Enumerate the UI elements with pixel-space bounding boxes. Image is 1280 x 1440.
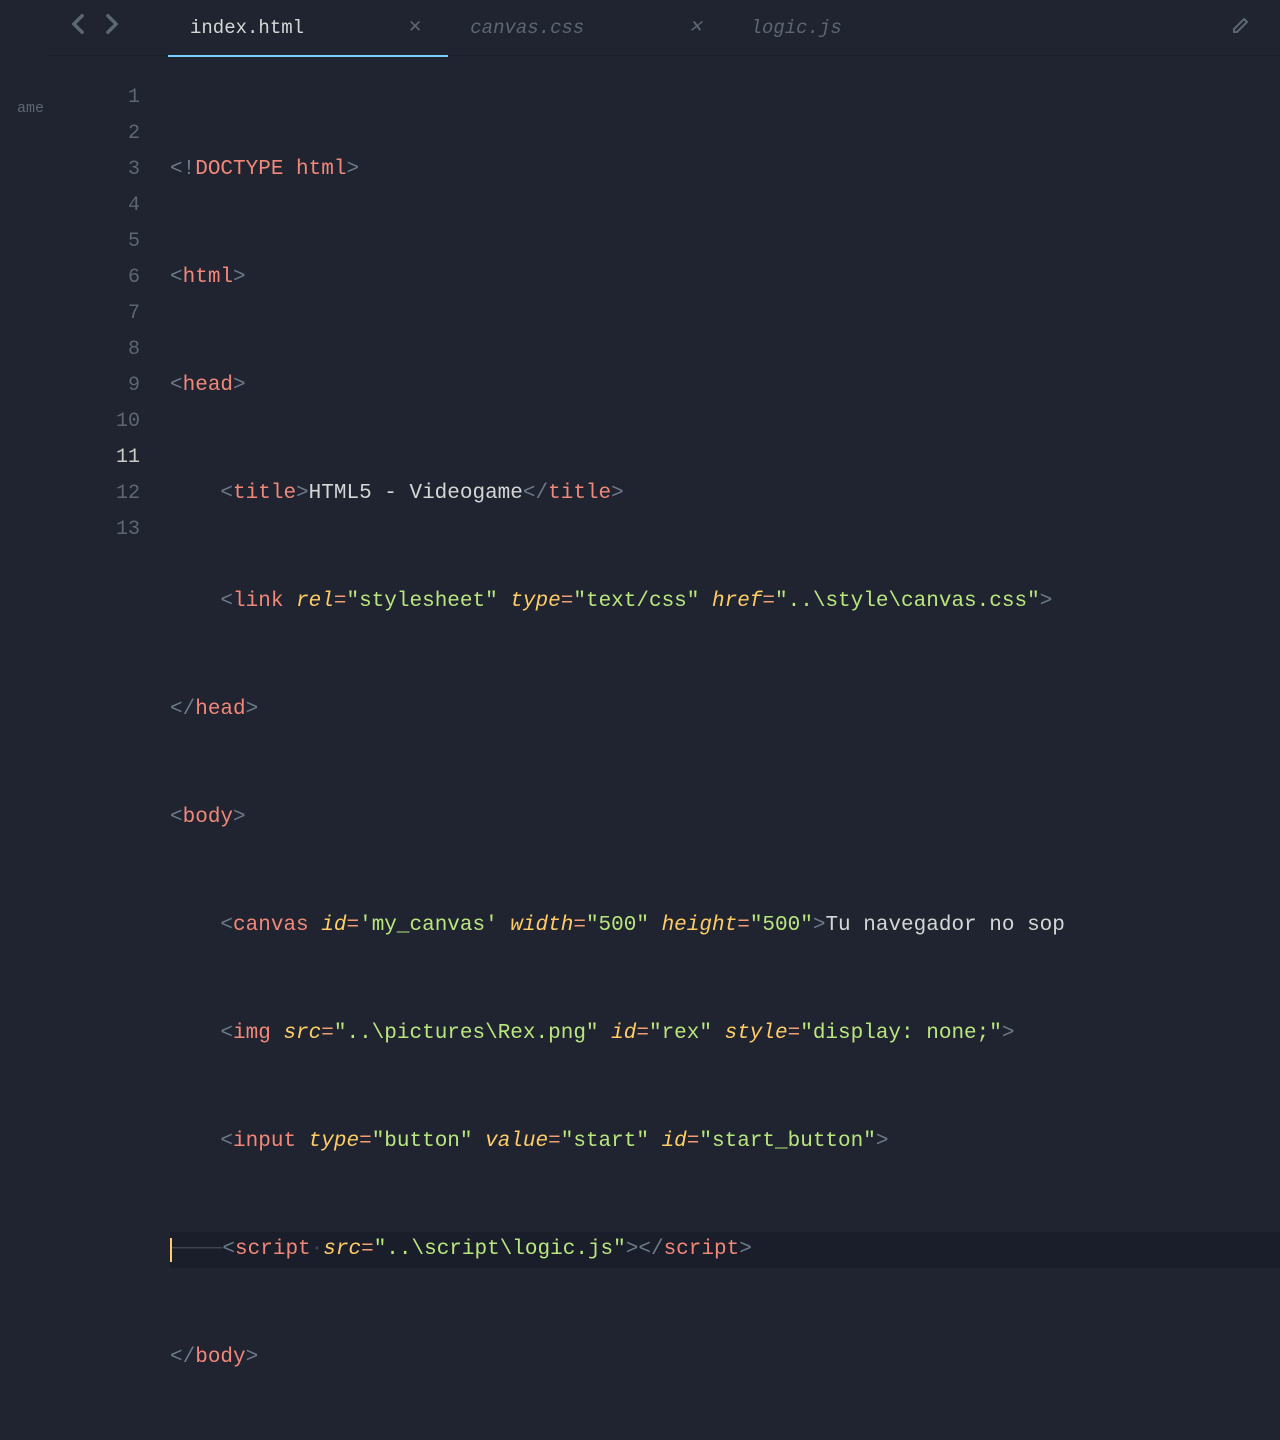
nav-back-icon[interactable] xyxy=(70,13,86,42)
line-number: 7 xyxy=(50,296,140,332)
line-number: 1 xyxy=(50,80,140,116)
code-line: <head> xyxy=(170,368,1280,404)
code-line: <input type="button" value="start" id="s… xyxy=(170,1124,1280,1160)
code-line: <img src="..\pictures\Rex.png" id="rex" … xyxy=(170,1016,1280,1052)
code-line: </body> xyxy=(170,1340,1280,1376)
sidebar-truncated-text: ame xyxy=(17,100,44,720)
code-line: </head> xyxy=(170,692,1280,728)
nav-forward-icon[interactable] xyxy=(104,13,120,42)
close-icon[interactable]: ✕ xyxy=(404,17,426,38)
nav-arrows xyxy=(70,13,120,42)
code-line: <title>HTML5 - Videogame</title> xyxy=(170,476,1280,512)
line-number: 13 xyxy=(50,512,140,548)
line-gutter: 1 2 3 4 5 6 7 8 9 10 11 12 13 xyxy=(50,80,170,1440)
tab-label: canvas.css xyxy=(470,17,584,39)
code-line: <body> xyxy=(170,800,1280,836)
line-number: 4 xyxy=(50,188,140,224)
tabs-container: index.html ✕ canvas.css ✕ logic.js xyxy=(168,0,1232,56)
tab-actions xyxy=(1232,16,1280,39)
line-number: 8 xyxy=(50,332,140,368)
code-editor[interactable]: 1 2 3 4 5 6 7 8 9 10 11 12 13 <!DOCTYPE … xyxy=(50,56,1280,1440)
code-line: <html> xyxy=(170,260,1280,296)
tab-bar: index.html ✕ canvas.css ✕ logic.js xyxy=(50,0,1280,56)
line-number: 6 xyxy=(50,260,140,296)
line-number: 11 xyxy=(50,440,140,476)
edit-icon[interactable] xyxy=(1232,21,1250,39)
code-line: <link rel="stylesheet" type="text/css" h… xyxy=(170,584,1280,620)
tab-label: logic.js xyxy=(751,17,842,39)
line-number: 9 xyxy=(50,368,140,404)
tab-index-html[interactable]: index.html ✕ xyxy=(168,0,448,56)
main-panel: index.html ✕ canvas.css ✕ logic.js 1 2 3… xyxy=(50,0,1280,720)
file-explorer-sidebar: ame xyxy=(0,0,50,720)
line-number: 3 xyxy=(50,152,140,188)
tab-logic-js[interactable]: logic.js xyxy=(729,0,864,56)
code-content[interactable]: <!DOCTYPE html> <html> <head> <title>HTM… xyxy=(170,80,1280,1440)
tab-canvas-css[interactable]: canvas.css ✕ xyxy=(448,0,728,56)
line-number: 5 xyxy=(50,224,140,260)
line-number: 12 xyxy=(50,476,140,512)
code-line: <canvas id='my_canvas' width="500" heigh… xyxy=(170,908,1280,944)
close-icon[interactable]: ✕ xyxy=(684,17,706,38)
code-line: <!DOCTYPE html> xyxy=(170,152,1280,188)
line-number: 10 xyxy=(50,404,140,440)
code-line-active: ────<script·src="..\script\logic.js"></s… xyxy=(170,1232,1280,1268)
tab-label: index.html xyxy=(190,17,304,39)
line-number: 2 xyxy=(50,116,140,152)
